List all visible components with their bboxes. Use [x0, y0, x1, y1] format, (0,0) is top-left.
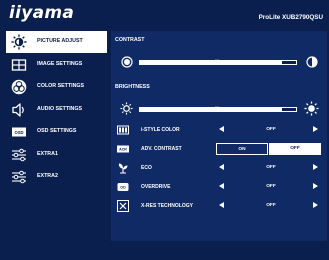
- eco-value: OFF: [266, 165, 276, 170]
- brightness-title: BRIGHTNESS: [115, 84, 150, 90]
- overdrive-next-arrow[interactable]: [313, 183, 318, 189]
- overdrive-icon: OD: [117, 183, 129, 191]
- sliders-icon: [12, 148, 26, 161]
- istyle-color-label: i-STYLE COLOR: [141, 127, 180, 133]
- xres-icon: [117, 200, 129, 212]
- settings-panel: CONTRAST 50 BRIGHTNESS 50 i-STYLE COLOR …: [111, 31, 327, 241]
- svg-text:OSD: OSD: [14, 130, 23, 135]
- contrast-slider[interactable]: 50: [139, 59, 297, 65]
- contrast-slider-row: 50: [111, 54, 327, 70]
- sidebar-item-image-settings[interactable]: IMAGE SETTINGS: [6, 54, 107, 76]
- eco-prev-arrow[interactable]: [219, 164, 224, 170]
- contrast-low-icon: [121, 56, 133, 68]
- sidebar-item-label: OSD SETTINGS: [37, 128, 77, 134]
- overdrive-value: OFF: [266, 184, 276, 189]
- sidebar-item-label: EXTRA1: [37, 150, 58, 157]
- svg-text:ACR: ACR: [119, 148, 127, 152]
- sidebar-item-color-settings[interactable]: COLOR SETTINGS: [6, 76, 107, 98]
- adv-contrast-on-option[interactable]: ON: [216, 143, 268, 155]
- sun-icon: [11, 34, 27, 50]
- acr-icon: ACR: [117, 145, 129, 153]
- svg-text:OD: OD: [120, 185, 126, 189]
- sidebar-item-label: AUDIO SETTINGS: [37, 105, 83, 112]
- sidebar-item-audio-settings[interactable]: AUDIO SETTINGS: [6, 99, 107, 121]
- contrast-value: 50: [215, 59, 220, 63]
- istyle-color-row[interactable]: i-STYLE COLOR OFF: [111, 121, 327, 139]
- brightness-low-icon: [120, 102, 133, 115]
- osd-menu: iiyama ProLite XUB2790QSU PICTURE ADJUST: [0, 0, 329, 260]
- eco-next-arrow[interactable]: [313, 164, 318, 170]
- xres-technology-label: X-RES TECHNOLOGY: [141, 203, 193, 209]
- overdrive-prev-arrow[interactable]: [219, 183, 224, 189]
- adv-contrast-toggle: ON OFF: [216, 143, 321, 155]
- eco-plant-icon: [118, 163, 128, 174]
- xres-technology-next-arrow[interactable]: [313, 202, 318, 208]
- brightness-slider[interactable]: 50: [139, 106, 297, 112]
- contrast-high-icon: [306, 56, 318, 68]
- brightness-value: 50: [215, 106, 220, 110]
- overdrive-label: OVERDRIVE: [141, 184, 171, 190]
- sidebar-item-osd-settings[interactable]: OSD OSD SETTINGS: [6, 121, 107, 143]
- xres-technology-value: OFF: [266, 203, 276, 208]
- contrast-slider-remaining: [281, 60, 297, 65]
- adv-contrast-label: ADV. CONTRAST: [141, 146, 182, 152]
- istyle-icon: [117, 125, 129, 135]
- brand-logo: iiyama: [9, 3, 75, 23]
- brightness-slider-row: 50: [111, 101, 327, 117]
- brightness-slider-fill: [139, 107, 282, 112]
- adv-contrast-off-option[interactable]: OFF: [269, 143, 321, 155]
- sidebar: PICTURE ADJUST IMAGE SETTINGS COLOR SETT…: [6, 31, 107, 189]
- eco-row[interactable]: ECO OFF: [111, 159, 327, 177]
- model-name: ProLite XUB2790QSU: [258, 14, 323, 21]
- brightness-slider-remaining: [281, 107, 297, 112]
- overdrive-row[interactable]: OD OVERDRIVE OFF: [111, 178, 327, 196]
- xres-technology-row[interactable]: X-RES TECHNOLOGY OFF: [111, 197, 327, 215]
- istyle-color-prev-arrow[interactable]: [219, 126, 224, 132]
- osd-header: iiyama ProLite XUB2790QSU: [0, 0, 329, 28]
- xres-technology-prev-arrow[interactable]: [219, 202, 224, 208]
- sidebar-item-label: COLOR SETTINGS: [37, 83, 85, 89]
- sidebar-item-label: IMAGE SETTINGS: [37, 60, 83, 67]
- sidebar-item-label: EXTRA2: [37, 173, 58, 179]
- image-settings-icon: [11, 58, 27, 71]
- contrast-title: CONTRAST: [115, 37, 145, 43]
- istyle-color-value: OFF: [266, 127, 276, 132]
- sliders-icon: [12, 170, 26, 184]
- osd-icon: OSD: [12, 127, 26, 137]
- sidebar-item-label: PICTURE ADJUST: [37, 38, 83, 44]
- eco-label: ECO: [141, 165, 152, 171]
- sidebar-item-extra2[interactable]: EXTRA2: [6, 166, 107, 188]
- istyle-color-next-arrow[interactable]: [313, 126, 318, 132]
- sidebar-item-extra1[interactable]: EXTRA1: [6, 144, 107, 166]
- adv-contrast-row[interactable]: ACR ADV. CONTRAST ON OFF: [111, 140, 327, 158]
- contrast-slider-fill: [139, 60, 282, 65]
- speaker-icon: [12, 102, 24, 117]
- sidebar-item-picture-adjust[interactable]: PICTURE ADJUST: [6, 31, 107, 53]
- color-circles-icon: [11, 79, 27, 95]
- brightness-high-icon: [304, 101, 319, 116]
